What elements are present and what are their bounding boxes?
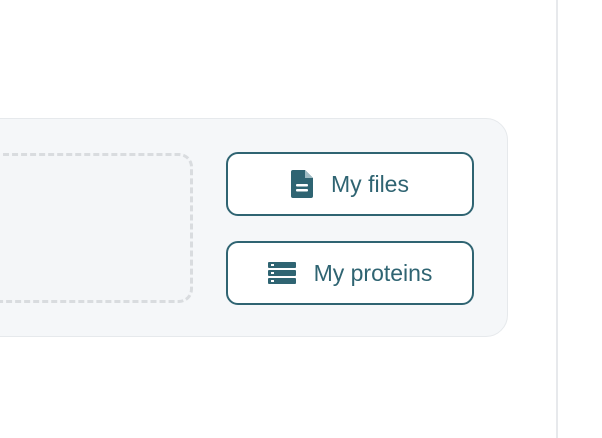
my-proteins-button[interactable]: My proteins xyxy=(226,241,474,305)
vertical-divider xyxy=(556,0,558,438)
file-document-icon xyxy=(291,170,314,198)
my-files-label: My files xyxy=(331,170,409,197)
my-proteins-label: My proteins xyxy=(313,259,433,286)
file-drop-zone[interactable] xyxy=(0,153,193,303)
my-files-button[interactable]: My files xyxy=(226,152,474,216)
database-list-icon xyxy=(267,262,296,284)
